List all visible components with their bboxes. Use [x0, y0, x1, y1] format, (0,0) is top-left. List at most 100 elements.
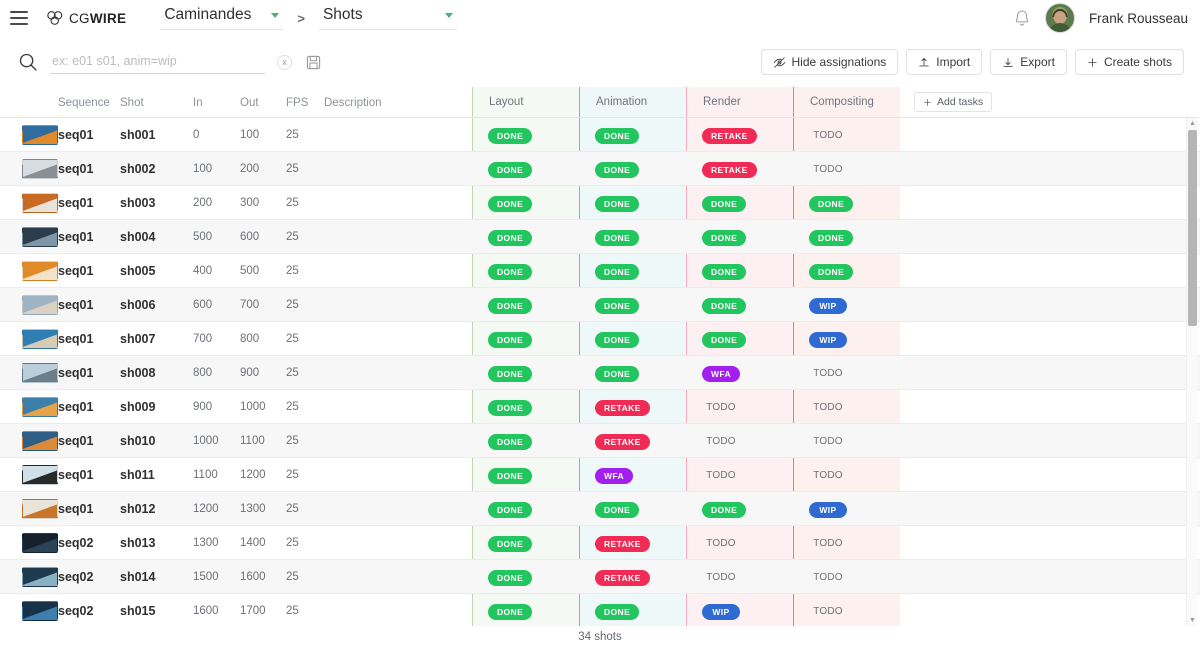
avatar[interactable] [1044, 3, 1075, 33]
thumbnail-cell[interactable] [0, 532, 58, 553]
hide-assignations-button[interactable]: Hide assignations [760, 49, 899, 75]
export-button[interactable]: Export [990, 49, 1067, 75]
table-row[interactable]: seq01 sh009 900 1000 25 DONE RETAKE TODO TODO [0, 390, 1200, 424]
task-cell-render[interactable]: RETAKE [686, 160, 793, 178]
search-input[interactable] [50, 50, 265, 74]
column-header-sequence[interactable]: Sequence [58, 97, 120, 117]
table-row[interactable]: seq01 sh004 500 600 25 DONE DONE DONE DONE [0, 220, 1200, 254]
task-cell-layout[interactable]: DONE [472, 602, 579, 620]
task-cell-render[interactable]: DONE [686, 296, 793, 314]
table-row[interactable]: seq02 sh013 1300 1400 25 DONE RETAKE TODO TODO [0, 526, 1200, 560]
task-cell-animation[interactable]: DONE [579, 364, 686, 382]
task-cell-compositing[interactable]: DONE [793, 228, 900, 246]
task-cell-compositing[interactable]: TODO [793, 567, 900, 586]
thumbnail-cell[interactable] [0, 260, 58, 281]
table-row[interactable]: seq01 sh005 400 500 25 DONE DONE DONE DONE [0, 254, 1200, 288]
search-icon[interactable] [18, 52, 38, 72]
task-cell-layout[interactable]: DONE [472, 262, 579, 280]
thumbnail-cell[interactable] [0, 430, 58, 451]
column-header-description[interactable]: Description [324, 97, 472, 117]
task-cell-render[interactable]: TODO [686, 533, 793, 552]
task-cell-animation[interactable]: RETAKE [579, 432, 686, 450]
task-cell-render[interactable]: TODO [686, 431, 793, 450]
thumbnail-cell[interactable] [0, 158, 58, 179]
thumbnail-cell[interactable] [0, 396, 58, 417]
table-row[interactable]: seq01 sh001 0 100 25 DONE DONE RETAKE TODO [0, 118, 1200, 152]
thumbnail-cell[interactable] [0, 294, 58, 315]
task-cell-layout[interactable]: DONE [472, 194, 579, 212]
table-row[interactable]: seq01 sh012 1200 1300 25 DONE DONE DONE WIP [0, 492, 1200, 526]
table-row[interactable]: seq02 sh015 1600 1700 25 DONE DONE WIP TODO [0, 594, 1200, 626]
column-header-compositing[interactable]: Compositing [793, 87, 900, 117]
column-header-fps[interactable]: FPS [286, 97, 324, 117]
task-cell-layout[interactable]: DONE [472, 568, 579, 586]
column-header-shot[interactable]: Shot [120, 97, 193, 117]
thumbnail-cell[interactable] [0, 464, 58, 485]
thumbnail-cell[interactable] [0, 362, 58, 383]
task-cell-compositing[interactable]: TODO [793, 397, 900, 416]
task-cell-animation[interactable]: DONE [579, 500, 686, 518]
task-cell-render[interactable]: WFA [686, 364, 793, 382]
table-row[interactable]: seq01 sh008 800 900 25 DONE DONE WFA TODO [0, 356, 1200, 390]
thumbnail-cell[interactable] [0, 328, 58, 349]
hamburger-icon[interactable] [10, 11, 28, 25]
table-body[interactable]: seq01 sh001 0 100 25 DONE DONE RETAKE TODO seq01 s… [0, 118, 1200, 626]
thumbnail-cell[interactable] [0, 498, 58, 519]
task-cell-render[interactable]: DONE [686, 194, 793, 212]
task-cell-compositing[interactable]: WIP [793, 296, 900, 314]
task-cell-animation[interactable]: DONE [579, 602, 686, 620]
task-cell-animation[interactable]: DONE [579, 296, 686, 314]
task-cell-render[interactable]: TODO [686, 567, 793, 586]
task-cell-compositing[interactable]: TODO [793, 465, 900, 484]
task-cell-render[interactable]: DONE [686, 330, 793, 348]
task-cell-layout[interactable]: DONE [472, 126, 579, 144]
task-cell-compositing[interactable]: TODO [793, 125, 900, 144]
task-cell-animation[interactable]: DONE [579, 194, 686, 212]
column-header-out[interactable]: Out [240, 97, 286, 117]
column-header-animation[interactable]: Animation [579, 87, 686, 117]
task-cell-compositing[interactable]: DONE [793, 262, 900, 280]
table-row[interactable]: seq01 sh007 700 800 25 DONE DONE DONE WIP [0, 322, 1200, 356]
task-cell-render[interactable]: DONE [686, 262, 793, 280]
thumbnail-cell[interactable] [0, 600, 58, 621]
task-cell-compositing[interactable]: DONE [793, 194, 900, 212]
task-cell-render[interactable]: TODO [686, 397, 793, 416]
task-cell-layout[interactable]: DONE [472, 500, 579, 518]
save-search-icon[interactable] [306, 55, 321, 70]
task-cell-compositing[interactable]: TODO [793, 601, 900, 620]
table-row[interactable]: seq01 sh011 1100 1200 25 DONE WFA TODO TODO [0, 458, 1200, 492]
breadcrumb-project[interactable]: Caminandes [160, 6, 284, 30]
task-cell-animation[interactable]: DONE [579, 126, 686, 144]
task-cell-layout[interactable]: DONE [472, 466, 579, 484]
table-row[interactable]: seq01 sh003 200 300 25 DONE DONE DONE DONE [0, 186, 1200, 220]
task-cell-animation[interactable]: RETAKE [579, 568, 686, 586]
task-cell-compositing[interactable]: TODO [793, 159, 900, 178]
task-cell-layout[interactable]: DONE [472, 432, 579, 450]
clear-search-button[interactable]: x [277, 54, 292, 70]
thumbnail-cell[interactable] [0, 226, 58, 247]
create-shots-button[interactable]: Create shots [1074, 49, 1184, 75]
table-row[interactable]: seq01 sh006 600 700 25 DONE DONE DONE WIP [0, 288, 1200, 322]
task-cell-render[interactable]: DONE [686, 500, 793, 518]
task-cell-compositing[interactable]: TODO [793, 431, 900, 450]
task-cell-render[interactable]: RETAKE [686, 126, 793, 144]
task-cell-render[interactable]: TODO [686, 465, 793, 484]
cgwire-logo[interactable]: CGWIRE [46, 11, 126, 26]
task-cell-animation[interactable]: DONE [579, 228, 686, 246]
bell-icon[interactable] [1013, 9, 1031, 28]
breadcrumb-section[interactable]: Shots [318, 6, 457, 30]
column-header-in[interactable]: In [193, 97, 240, 117]
task-cell-render[interactable]: DONE [686, 228, 793, 246]
caret-up-icon[interactable]: ▲ [1188, 119, 1197, 128]
table-row[interactable]: seq02 sh014 1500 1600 25 DONE RETAKE TODO TODO [0, 560, 1200, 594]
task-cell-animation[interactable]: DONE [579, 262, 686, 280]
task-cell-animation[interactable]: RETAKE [579, 534, 686, 552]
task-cell-compositing[interactable]: WIP [793, 330, 900, 348]
add-tasks-button[interactable]: Add tasks [914, 92, 993, 112]
task-cell-animation[interactable]: DONE [579, 160, 686, 178]
task-cell-animation[interactable]: WFA [579, 466, 686, 484]
vertical-scrollbar[interactable]: ▲ ▼ [1186, 118, 1197, 626]
task-cell-layout[interactable]: DONE [472, 228, 579, 246]
thumbnail-cell[interactable] [0, 124, 58, 145]
column-header-render[interactable]: Render [686, 87, 793, 117]
